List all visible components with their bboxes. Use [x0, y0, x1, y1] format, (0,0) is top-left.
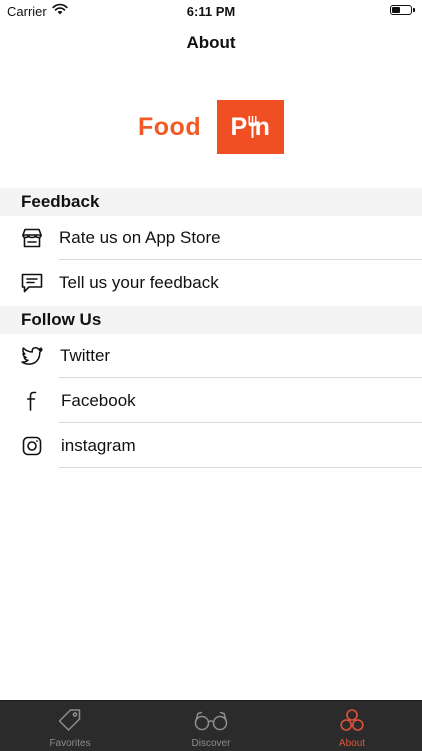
tab-label: Discover	[191, 738, 231, 749]
section-title-follow: Follow Us	[21, 310, 102, 329]
store-icon	[20, 226, 44, 250]
twitter-icon	[20, 344, 44, 368]
section-header-feedback: Feedback	[0, 188, 422, 216]
row-label: instagram	[61, 436, 136, 455]
instagram-icon	[20, 434, 44, 458]
tab-label: About	[338, 738, 366, 749]
row-label: Twitter	[60, 346, 111, 365]
circles-icon	[282, 707, 422, 733]
row-instagram[interactable]: instagram	[0, 424, 422, 468]
row-twitter[interactable]: Twitter	[0, 334, 422, 378]
row-separator	[59, 467, 422, 468]
row-rate-app-store[interactable]: Rate us on App Store	[0, 216, 422, 260]
tab-favorites[interactable]: Favorites	[0, 701, 140, 751]
section-header-follow: Follow Us	[0, 306, 422, 334]
tab-bar: Favorites Discover About	[0, 700, 422, 751]
page-title: About	[186, 33, 236, 52]
tab-discover[interactable]: Discover	[141, 701, 281, 751]
facebook-icon	[20, 389, 44, 413]
row-label: Tell us your feedback	[59, 273, 219, 292]
tag-icon	[0, 707, 140, 733]
glasses-icon	[141, 707, 281, 733]
row-separator	[59, 422, 422, 423]
row-label: Facebook	[61, 391, 136, 410]
battery-icon	[390, 5, 415, 15]
row-separator	[59, 377, 422, 378]
logo-badge: P n	[217, 100, 284, 154]
status-bar: Carrier 6:11 PM	[0, 0, 422, 22]
tab-label: Favorites	[49, 738, 91, 749]
row-facebook[interactable]: Facebook	[0, 379, 422, 423]
logo-word: Food	[138, 113, 202, 141]
chat-icon	[20, 271, 44, 295]
tab-about[interactable]: About	[282, 701, 422, 751]
section-title-feedback: Feedback	[21, 192, 100, 211]
row-tell-feedback[interactable]: Tell us your feedback	[0, 261, 422, 305]
row-separator	[59, 259, 422, 260]
fork-icon	[248, 116, 257, 138]
row-label: Rate us on App Store	[59, 228, 221, 247]
clock: 6:11 PM	[186, 4, 236, 19]
